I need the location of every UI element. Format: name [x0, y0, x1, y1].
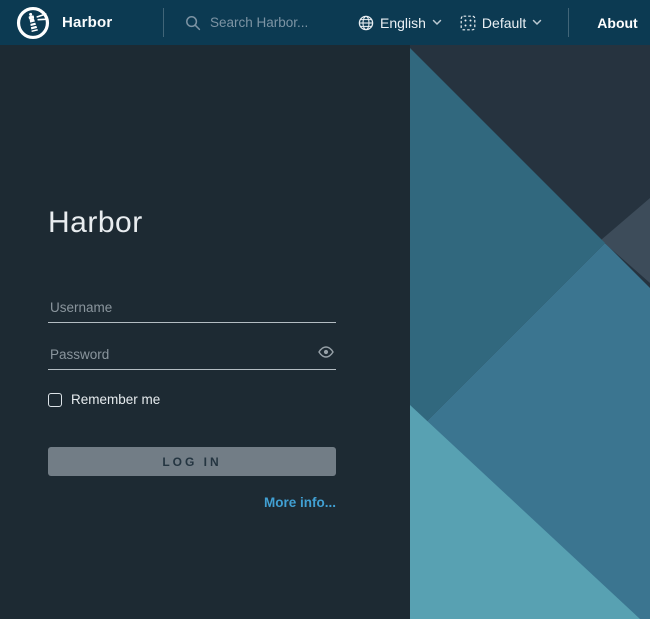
more-info-row: More info... [48, 494, 336, 512]
harbor-logo-icon [16, 6, 50, 40]
more-info-link[interactable]: More info... [264, 495, 336, 510]
language-label: English [380, 15, 426, 31]
password-input[interactable] [48, 347, 336, 370]
language-dropdown[interactable]: English [358, 15, 442, 31]
chevron-down-icon [532, 19, 542, 26]
chevron-down-icon [432, 19, 442, 26]
theme-dropdown[interactable]: Default [460, 15, 542, 31]
show-password-button[interactable] [316, 344, 336, 363]
about-link[interactable]: About [597, 15, 637, 31]
background-art-panel [410, 45, 650, 619]
header-divider [568, 8, 569, 37]
remember-checkbox[interactable] [48, 393, 62, 407]
remember-row: Remember me [48, 392, 336, 407]
login-panel: Harbor Remember me LOG IN More [0, 45, 410, 619]
main-area: Harbor Remember me LOG IN More [0, 45, 650, 619]
login-button[interactable]: LOG IN [48, 447, 336, 476]
globe-icon [358, 15, 374, 31]
search-bar [164, 14, 358, 31]
eye-icon [318, 346, 334, 358]
brand[interactable]: Harbor [0, 6, 163, 40]
username-input[interactable] [48, 300, 336, 323]
triangle-art [410, 45, 650, 619]
search-icon [185, 15, 201, 31]
remember-label[interactable]: Remember me [71, 392, 160, 407]
app-header: Harbor English Default [0, 0, 650, 45]
search-input[interactable] [208, 14, 358, 31]
username-field [48, 300, 336, 323]
page-title: Harbor [48, 45, 336, 240]
password-field [48, 347, 336, 370]
theme-label: Default [482, 15, 526, 31]
theme-grid-icon [460, 15, 476, 31]
brand-label: Harbor [62, 14, 112, 31]
